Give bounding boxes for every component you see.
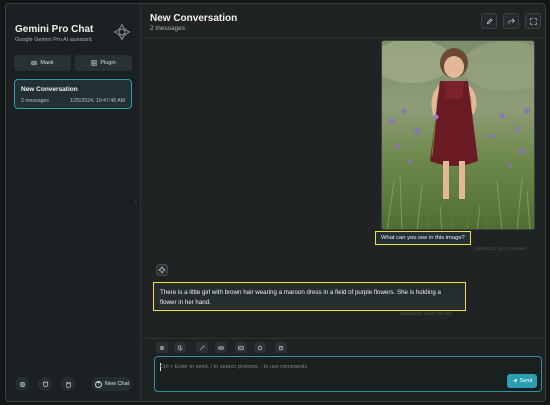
user-message-time: 1/25/2024, 10:47:42 AM	[474, 247, 525, 252]
conversation-title: New Conversation	[21, 86, 78, 93]
plus-icon: +	[94, 380, 102, 388]
girl-in-flower-field-image	[382, 41, 534, 229]
conversation-count: 2 messages	[21, 98, 49, 104]
edit-icon	[486, 18, 492, 24]
robot-button[interactable]	[254, 342, 266, 353]
mask-icon	[31, 60, 38, 66]
image-upload-icon	[238, 345, 244, 350]
fullscreen-button[interactable]	[525, 13, 541, 29]
github-button[interactable]	[38, 377, 52, 391]
chat-settings-button[interactable]	[156, 342, 168, 353]
plugin-icon	[91, 60, 98, 66]
settings-button[interactable]	[15, 377, 29, 391]
robot-icon	[257, 345, 263, 350]
share-button[interactable]	[503, 13, 519, 29]
sidebar: Gemini Pro Chat Google Gemini Pro AI ass…	[6, 4, 141, 401]
conversation-date: 1/25/2024, 10:47:48 AM	[69, 98, 125, 104]
input-divider	[141, 338, 545, 339]
plugin-label: Plugin	[100, 60, 116, 66]
send-button[interactable]: Send	[507, 374, 537, 388]
uploaded-image[interactable]	[381, 40, 535, 230]
prompt-icon	[199, 344, 205, 350]
clear-icon	[278, 345, 284, 350]
gemini-logo-icon	[113, 23, 131, 41]
image-upload-button[interactable]	[235, 342, 247, 353]
send-label: Send	[519, 378, 533, 384]
conversation-item[interactable]: New Conversation 2 messages 1/25/2024, 1…	[14, 79, 132, 109]
mask-tool-button[interactable]	[215, 342, 227, 353]
trash-button[interactable]	[61, 377, 75, 391]
edit-button[interactable]	[481, 13, 497, 29]
send-icon	[512, 378, 517, 384]
sidebar-drag-handle[interactable]: ⁞	[135, 200, 137, 206]
header-divider	[141, 37, 545, 38]
plugin-button[interactable]: Plugin	[75, 55, 132, 71]
prompt-button[interactable]	[196, 342, 208, 353]
chat-subtitle: 2 messages	[150, 25, 186, 32]
theme-icon	[177, 345, 183, 350]
mask-button[interactable]: Mask	[14, 55, 71, 71]
user-message: What can you see in this image?	[375, 231, 471, 245]
gear-icon	[19, 381, 25, 387]
new-chat-label: New Chat	[104, 381, 130, 387]
chat-panel: New Conversation 2 messages What can you…	[141, 4, 545, 401]
share-icon	[507, 17, 515, 24]
settings-icon	[159, 345, 165, 350]
mask-icon	[218, 345, 224, 350]
app-title: Gemini Pro Chat	[15, 24, 94, 35]
gemini-logo-icon	[158, 266, 166, 274]
message-input[interactable]	[160, 362, 460, 372]
trash-icon	[65, 381, 71, 388]
mask-label: Mask	[40, 60, 54, 66]
message-input-box[interactable]: Send	[154, 356, 542, 392]
fullscreen-icon	[529, 17, 537, 25]
theme-button[interactable]	[174, 342, 186, 353]
bot-message-time: 1/25/2024, 10:47:48 AM	[400, 312, 451, 317]
github-icon	[42, 380, 48, 387]
clear-button[interactable]	[275, 342, 287, 353]
bot-message: There is a little girl with brown hair w…	[153, 282, 466, 311]
chat-title: New Conversation	[150, 13, 238, 24]
bot-avatar	[156, 264, 168, 276]
new-chat-button[interactable]: + New Chat	[92, 377, 132, 391]
app-subtitle: Google Gemini Pro AI assistant.	[15, 37, 93, 43]
app-window: Gemini Pro Chat Google Gemini Pro AI ass…	[5, 3, 546, 402]
